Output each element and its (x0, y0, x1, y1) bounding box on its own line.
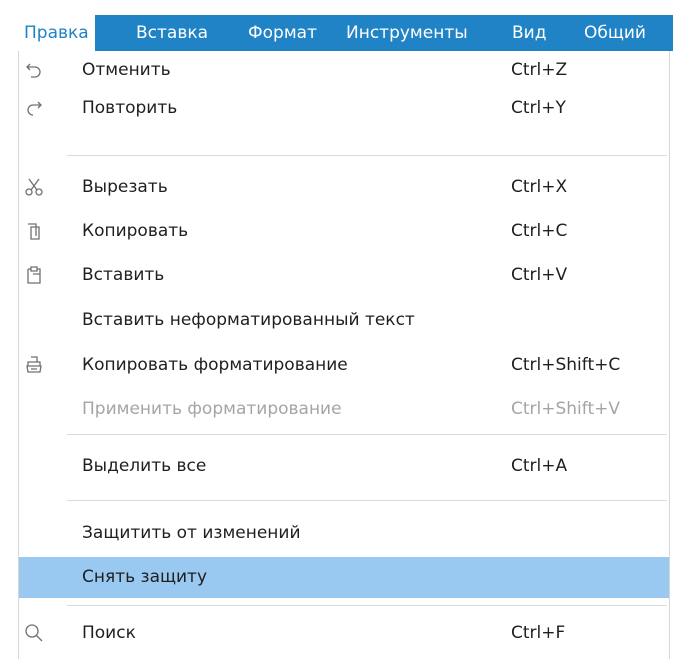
menu-item-shortcut: Ctrl+Y (511, 98, 566, 118)
menu-bar: Правка Вставка Формат Инструменты Вид Об… (18, 15, 673, 51)
app-window: Правка Вставка Формат Инструменты Вид Об… (0, 0, 673, 659)
menu-insert[interactable]: Вставка (130, 15, 214, 51)
menu-item-label: Копировать форматирование (82, 355, 348, 375)
menu-separator (67, 500, 667, 501)
menu-item-label: Повторить (82, 98, 178, 118)
menu-item-label: Вырезать (82, 177, 168, 197)
menu-edit[interactable]: Правка (18, 15, 95, 51)
paste-icon (24, 265, 44, 285)
menu-item-label: Защитить от изменений (82, 523, 301, 543)
menu-item-label: Снять защиту (82, 567, 208, 587)
menu-item-copy[interactable]: Копировать Ctrl+C (19, 212, 669, 250)
redo-icon (24, 98, 44, 118)
menu-item-paste-plain-text[interactable]: Вставить неформатированный текст (19, 301, 669, 339)
menu-item-undo[interactable]: Отменить Ctrl+Z (19, 51, 669, 89)
menu-item-label: Отменить (82, 60, 171, 80)
menu-item-select-all[interactable]: Выделить все Ctrl+A (19, 447, 669, 485)
menu-item-copy-formatting[interactable]: Копировать форматирование Ctrl+Shift+C (19, 346, 669, 384)
menu-item-shortcut: Ctrl+A (511, 456, 568, 476)
menu-item-label: Выделить все (82, 456, 207, 476)
menu-item-redo[interactable]: Повторить Ctrl+Y (19, 89, 669, 127)
menu-tools[interactable]: Инструменты (340, 15, 474, 51)
menu-item-shortcut: Ctrl+X (511, 177, 568, 197)
cut-icon (24, 177, 44, 197)
menu-item-shortcut: Ctrl+Z (511, 60, 568, 80)
menu-item-label: Вставить неформатированный текст (82, 310, 415, 330)
menu-item-protect[interactable]: Защитить от изменений (19, 514, 669, 552)
menu-item-paste[interactable]: Вставить Ctrl+V (19, 256, 669, 294)
menu-view[interactable]: Вид (506, 15, 552, 51)
menu-item-shortcut: Ctrl+V (511, 265, 568, 285)
menu-item-cut[interactable]: Вырезать Ctrl+X (19, 168, 669, 206)
menu-format[interactable]: Формат (242, 15, 323, 51)
menu-item-shortcut: Ctrl+F (511, 623, 566, 643)
menu-item-shortcut: Ctrl+Shift+C (511, 355, 621, 375)
menu-item-label: Применить форматирование (82, 399, 342, 419)
menu-item-shortcut: Ctrl+C (511, 221, 568, 241)
menu-item-label: Поиск (82, 623, 136, 643)
edit-dropdown-menu: Отменить Ctrl+Z Повторить Ctrl+Y Вырезат… (18, 51, 670, 659)
search-icon (24, 623, 44, 643)
menu-item-label: Копировать (82, 221, 189, 241)
menu-separator (67, 434, 667, 435)
menu-item-unprotect[interactable]: Снять защиту (19, 557, 669, 598)
menu-item-shortcut: Ctrl+Shift+V (511, 399, 621, 419)
undo-icon (24, 60, 44, 80)
menu-general[interactable]: Общий (578, 15, 652, 51)
menu-separator (67, 155, 667, 156)
menu-separator (67, 605, 667, 606)
copy-icon (24, 221, 44, 241)
menu-item-apply-formatting: Применить форматирование Ctrl+Shift+V (19, 390, 669, 428)
menu-item-search[interactable]: Поиск Ctrl+F (19, 614, 669, 652)
menu-item-label: Вставить (82, 265, 165, 285)
format-painter-icon (24, 355, 44, 375)
